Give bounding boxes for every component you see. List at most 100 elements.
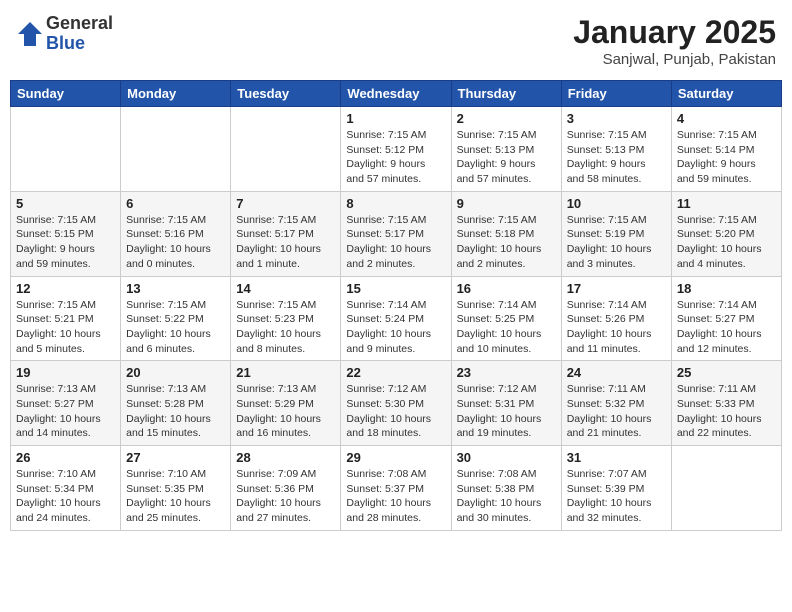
logo-blue-text: Blue: [46, 34, 113, 54]
day-info: Sunrise: 7:15 AM Sunset: 5:15 PM Dayligh…: [16, 213, 115, 272]
calendar-cell: 25Sunrise: 7:11 AM Sunset: 5:33 PM Dayli…: [671, 361, 781, 446]
day-info: Sunrise: 7:15 AM Sunset: 5:22 PM Dayligh…: [126, 298, 225, 357]
day-info: Sunrise: 7:14 AM Sunset: 5:26 PM Dayligh…: [567, 298, 666, 357]
day-info: Sunrise: 7:15 AM Sunset: 5:17 PM Dayligh…: [236, 213, 335, 272]
calendar-cell: 16 Sunrise: 7:14 AM Sunset: 5:25 PM Dayli…: [451, 276, 561, 361]
day-number: 4: [677, 111, 776, 126]
calendar-cell: 3 Sunrise: 7:15 AM Sunset: 5:13 PM Daylig…: [561, 107, 671, 192]
weekday-header-thursday: Thursday: [451, 81, 561, 107]
calendar-cell: 9 Sunrise: 7:15 AM Sunset: 5:18 PM Daylig…: [451, 191, 561, 276]
calendar-cell: 2Sunrise: 7:15 AM Sunset: 5:13 PM Daylig…: [451, 107, 561, 192]
calendar-cell: 15 Sunrise: 7:14 AM Sunset: 5:24 PM Dayli…: [341, 276, 451, 361]
day-number: 9: [457, 196, 556, 211]
calendar-cell: 10 Sunrise: 7:15 AM Sunset: 5:19 PM Dayli…: [561, 191, 671, 276]
day-info: Sunrise: 7:15 AM Sunset: 5:13 PM Dayligh…: [457, 128, 556, 187]
calendar-cell: [671, 446, 781, 531]
calendar-cell: [11, 107, 121, 192]
day-info: Sunrise: 7:10 AM Sunset: 5:35 PM Dayligh…: [126, 467, 225, 526]
day-info: Sunrise: 7:14 AM Sunset: 5:24 PM Dayligh…: [346, 298, 445, 357]
day-number: 10: [567, 196, 666, 211]
calendar-cell: 14 Sunrise: 7:15 AM Sunset: 5:23 PM Dayli…: [231, 276, 341, 361]
day-info: Sunrise: 7:15 AM Sunset: 5:23 PM Dayligh…: [236, 298, 335, 357]
day-info: Sunrise: 7:08 AM Sunset: 5:37 PM Dayligh…: [346, 467, 445, 526]
calendar-week-row: 1 Sunrise: 7:15 AM Sunset: 5:12 PM Daylig…: [11, 107, 782, 192]
calendar-cell: 4Sunrise: 7:15 AM Sunset: 5:14 PM Daylig…: [671, 107, 781, 192]
day-info: Sunrise: 7:13 AM Sunset: 5:27 PM Dayligh…: [16, 382, 115, 441]
day-info: Sunrise: 7:11 AM Sunset: 5:32 PM Dayligh…: [567, 382, 666, 441]
calendar-cell: 5 Sunrise: 7:15 AM Sunset: 5:15 PM Daylig…: [11, 191, 121, 276]
day-number: 11: [677, 196, 776, 211]
day-number: 26: [16, 450, 115, 465]
logo: General Blue: [16, 14, 113, 54]
calendar-cell: 31 Sunrise: 7:07 AM Sunset: 5:39 PM Dayli…: [561, 446, 671, 531]
calendar-cell: 21 Sunrise: 7:13 AM Sunset: 5:29 PM Dayli…: [231, 361, 341, 446]
weekday-header-sunday: Sunday: [11, 81, 121, 107]
day-info: Sunrise: 7:12 AM Sunset: 5:30 PM Dayligh…: [346, 382, 445, 441]
day-info: Sunrise: 7:15 AM Sunset: 5:20 PM Dayligh…: [677, 213, 776, 272]
calendar-cell: 17 Sunrise: 7:14 AM Sunset: 5:26 PM Dayli…: [561, 276, 671, 361]
weekday-header-saturday: Saturday: [671, 81, 781, 107]
day-number: 24: [567, 365, 666, 380]
calendar-week-row: 19 Sunrise: 7:13 AM Sunset: 5:27 PM Dayli…: [11, 361, 782, 446]
calendar-cell: 28 Sunrise: 7:09 AM Sunset: 5:36 PM Dayli…: [231, 446, 341, 531]
day-number: 13: [126, 281, 225, 296]
day-number: 5: [16, 196, 115, 211]
day-number: 16: [457, 281, 556, 296]
day-number: 12: [16, 281, 115, 296]
day-info: Sunrise: 7:08 AM Sunset: 5:38 PM Dayligh…: [457, 467, 556, 526]
day-number: 14: [236, 281, 335, 296]
page-header: General Blue January 2025 Sanjwal, Punja…: [10, 10, 782, 72]
day-number: 7: [236, 196, 335, 211]
day-number: 1: [346, 111, 445, 126]
day-number: 15: [346, 281, 445, 296]
calendar-cell: 30 Sunrise: 7:08 AM Sunset: 5:38 PM Dayli…: [451, 446, 561, 531]
calendar-cell: 26Sunrise: 7:10 AM Sunset: 5:34 PM Dayli…: [11, 446, 121, 531]
page-subtitle: Sanjwal, Punjab, Pakistan: [573, 51, 776, 68]
calendar-cell: [231, 107, 341, 192]
page-title: January 2025: [573, 14, 776, 51]
day-number: 17: [567, 281, 666, 296]
day-number: 19: [16, 365, 115, 380]
calendar-cell: 19 Sunrise: 7:13 AM Sunset: 5:27 PM Dayli…: [11, 361, 121, 446]
day-info: Sunrise: 7:11 AM Sunset: 5:33 PM Dayligh…: [677, 382, 776, 441]
day-info: Sunrise: 7:15 AM Sunset: 5:18 PM Dayligh…: [457, 213, 556, 272]
day-number: 29: [346, 450, 445, 465]
calendar-cell: 1 Sunrise: 7:15 AM Sunset: 5:12 PM Daylig…: [341, 107, 451, 192]
calendar-week-row: 12 Sunrise: 7:15 AM Sunset: 5:21 PM Dayli…: [11, 276, 782, 361]
day-info: Sunrise: 7:09 AM Sunset: 5:36 PM Dayligh…: [236, 467, 335, 526]
day-info: Sunrise: 7:13 AM Sunset: 5:28 PM Dayligh…: [126, 382, 225, 441]
day-number: 20: [126, 365, 225, 380]
day-info: Sunrise: 7:13 AM Sunset: 5:29 PM Dayligh…: [236, 382, 335, 441]
day-info: Sunrise: 7:07 AM Sunset: 5:39 PM Dayligh…: [567, 467, 666, 526]
day-number: 23: [457, 365, 556, 380]
day-number: 22: [346, 365, 445, 380]
day-number: 18: [677, 281, 776, 296]
day-info: Sunrise: 7:15 AM Sunset: 5:12 PM Dayligh…: [346, 128, 445, 187]
logo-general-text: General: [46, 14, 113, 34]
calendar-cell: 7 Sunrise: 7:15 AM Sunset: 5:17 PM Daylig…: [231, 191, 341, 276]
calendar-table: SundayMondayTuesdayWednesdayThursdayFrid…: [10, 80, 782, 531]
calendar-cell: 22 Sunrise: 7:12 AM Sunset: 5:30 PM Dayli…: [341, 361, 451, 446]
calendar-cell: 24 Sunrise: 7:11 AM Sunset: 5:32 PM Dayli…: [561, 361, 671, 446]
day-number: 6: [126, 196, 225, 211]
day-info: Sunrise: 7:15 AM Sunset: 5:13 PM Dayligh…: [567, 128, 666, 187]
day-number: 28: [236, 450, 335, 465]
calendar-cell: 18Sunrise: 7:14 AM Sunset: 5:27 PM Dayli…: [671, 276, 781, 361]
day-number: 31: [567, 450, 666, 465]
day-info: Sunrise: 7:15 AM Sunset: 5:21 PM Dayligh…: [16, 298, 115, 357]
day-number: 8: [346, 196, 445, 211]
day-number: 30: [457, 450, 556, 465]
weekday-header-wednesday: Wednesday: [341, 81, 451, 107]
calendar-week-row: 26Sunrise: 7:10 AM Sunset: 5:34 PM Dayli…: [11, 446, 782, 531]
calendar-cell: 12 Sunrise: 7:15 AM Sunset: 5:21 PM Dayli…: [11, 276, 121, 361]
weekday-header-monday: Monday: [121, 81, 231, 107]
calendar-cell: 11 Sunrise: 7:15 AM Sunset: 5:20 PM Dayli…: [671, 191, 781, 276]
weekday-header-row: SundayMondayTuesdayWednesdayThursdayFrid…: [11, 81, 782, 107]
day-number: 21: [236, 365, 335, 380]
title-block: January 2025 Sanjwal, Punjab, Pakistan: [573, 14, 776, 68]
day-info: Sunrise: 7:15 AM Sunset: 5:17 PM Dayligh…: [346, 213, 445, 272]
day-info: Sunrise: 7:14 AM Sunset: 5:25 PM Dayligh…: [457, 298, 556, 357]
weekday-header-tuesday: Tuesday: [231, 81, 341, 107]
day-number: 3: [567, 111, 666, 126]
day-info: Sunrise: 7:15 AM Sunset: 5:19 PM Dayligh…: [567, 213, 666, 272]
